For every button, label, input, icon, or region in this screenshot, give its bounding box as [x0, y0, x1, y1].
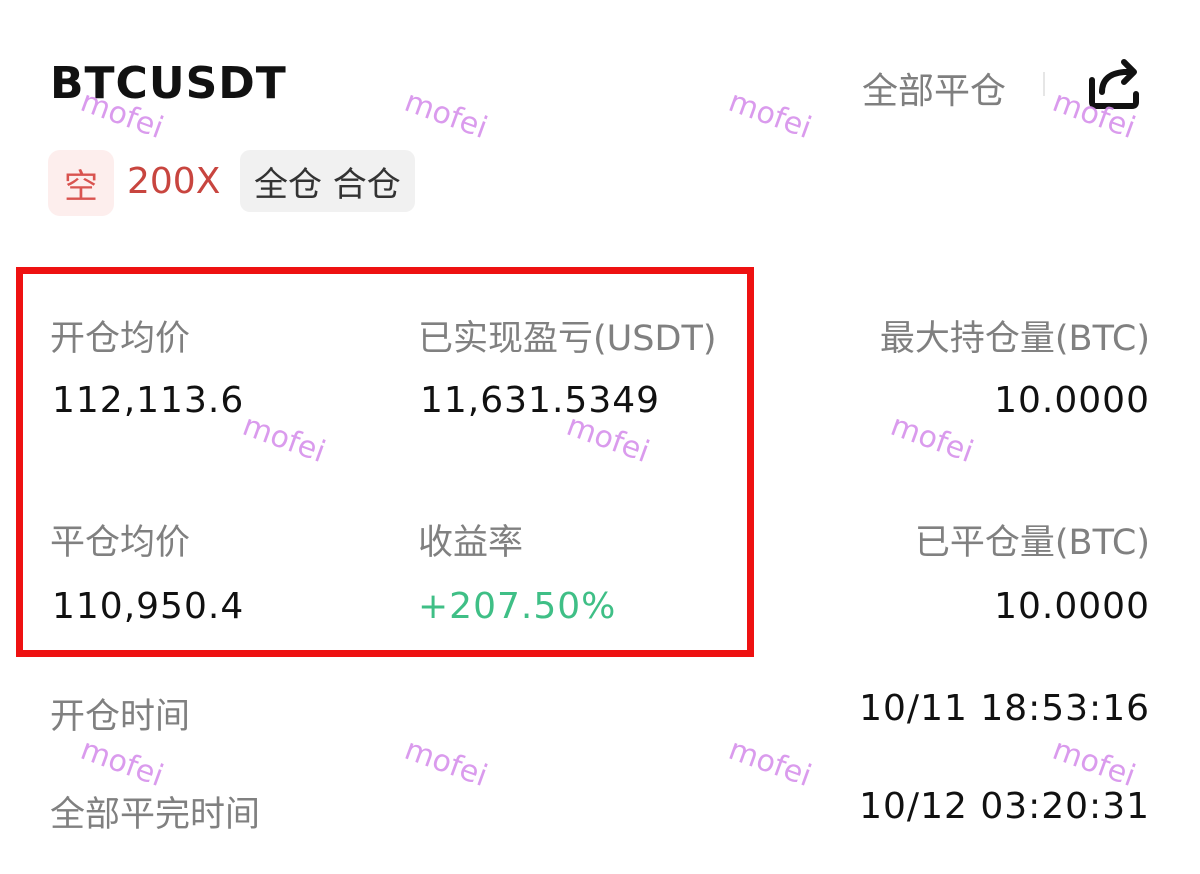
watermark: mofei — [400, 84, 492, 146]
roi-label: 收益率 — [418, 523, 524, 563]
avg-open-price-value: 112,113.6 — [52, 380, 245, 421]
closed-qty-label: 已平仓量(BTC) — [914, 523, 1150, 563]
margin-mode-badge: 全仓 合仓 — [240, 150, 415, 212]
avg-close-price-value: 110,950.4 — [52, 586, 245, 627]
avg-close-price-label: 平仓均价 — [50, 523, 191, 563]
open-time-value: 10/11 18:53:16 — [859, 688, 1150, 729]
max-position-value: 10.0000 — [994, 380, 1150, 421]
side-badge: 空 — [48, 150, 114, 216]
close-all-button[interactable]: 全部平仓 — [862, 62, 1006, 114]
avg-open-price-label: 开仓均价 — [50, 319, 191, 359]
watermark: mofei — [76, 732, 168, 794]
roi-value: +207.50% — [418, 586, 617, 627]
watermark: mofei — [400, 732, 492, 794]
open-time-label: 开仓时间 — [50, 697, 191, 737]
realized-pnl-value: 11,631.5349 — [420, 380, 661, 421]
max-position-label: 最大持仓量(BTC) — [879, 319, 1150, 359]
watermark: mofei — [886, 408, 978, 470]
watermark: mofei — [724, 84, 816, 146]
watermark: mofei — [724, 732, 816, 794]
realized-pnl-label: 已实现盈亏(USDT) — [418, 319, 717, 359]
leverage-badge: 200X — [127, 161, 221, 202]
header-divider — [1043, 72, 1045, 96]
watermark: mofei — [1048, 732, 1140, 794]
closed-qty-value: 10.0000 — [994, 586, 1150, 627]
close-time-value: 10/12 03:20:31 — [859, 786, 1150, 827]
